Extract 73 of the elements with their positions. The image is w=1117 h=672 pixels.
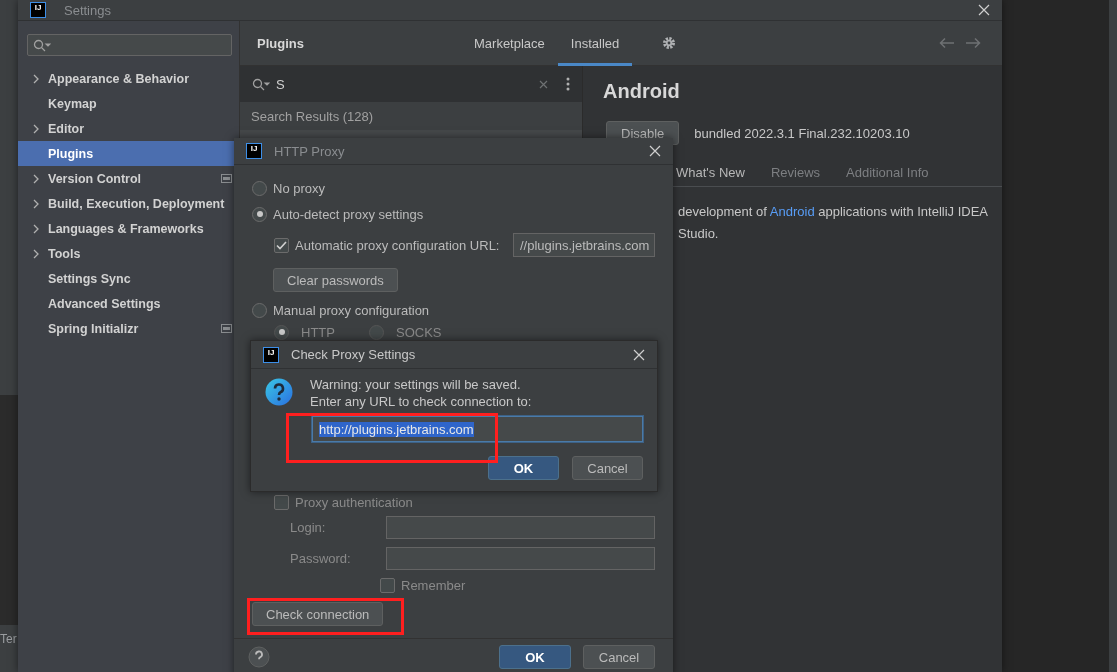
description-text: Studio. — [678, 225, 720, 243]
logo-icon: IJ — [263, 346, 279, 363]
login-field[interactable] — [386, 516, 655, 539]
chevron-icon[interactable] — [33, 198, 39, 209]
close-icon[interactable] — [633, 348, 645, 361]
chevron-icon[interactable] — [33, 173, 39, 184]
ok-button[interactable]: OK — [488, 456, 559, 480]
logo-icon: IJ — [30, 2, 46, 18]
scope-icon — [221, 324, 232, 333]
scope-icon — [221, 174, 232, 183]
radio-button[interactable] — [274, 324, 289, 340]
logo-icon: IJ — [246, 143, 262, 159]
window-title: Settings — [64, 2, 111, 18]
help-icon[interactable] — [248, 646, 270, 668]
clear-icon[interactable] — [539, 79, 548, 89]
warning-text: Warning: your settings will be saved. — [310, 376, 522, 393]
sidebar-item[interactable]: Tools — [18, 241, 239, 266]
chevron-icon[interactable] — [33, 73, 39, 84]
dialog-title: HTTP Proxy — [274, 143, 345, 159]
checkbox-label: Proxy authentication — [295, 494, 413, 510]
field-label: Login: — [290, 520, 327, 535]
search-field[interactable]: S — [240, 66, 582, 102]
field-label: Password: — [290, 551, 352, 566]
more-icon[interactable] — [566, 77, 570, 91]
radio-button[interactable] — [252, 180, 267, 196]
settings-icon[interactable] — [662, 36, 677, 50]
sidebar-item[interactable]: Keymap — [18, 91, 239, 116]
dialog-title: Check Proxy Settings — [291, 347, 416, 362]
checkbox[interactable] — [380, 577, 395, 593]
plugin-name: Android — [602, 80, 681, 104]
sidebar-item[interactable]: Appearance & Behavior — [18, 66, 239, 91]
search-icon — [33, 38, 51, 52]
checkbox[interactable] — [274, 494, 289, 510]
radio-label: HTTP — [301, 324, 336, 340]
radio-button[interactable] — [252, 302, 267, 318]
version-text: bundled 2022.3.1 Final.232.10203.10 — [694, 125, 910, 141]
radio-label: Auto-detect proxy settings — [273, 206, 424, 222]
chevron-icon[interactable] — [33, 123, 39, 134]
tab[interactable]: Marketplace — [461, 20, 558, 66]
radio-label: Manual proxy configuration — [273, 302, 430, 318]
tab[interactable]: What's New — [676, 165, 745, 180]
url-field[interactable]: //plugins.jetbrains.com — [513, 233, 655, 257]
checkbox-label: Automatic proxy configuration URL: — [295, 237, 501, 253]
sidebar-item[interactable]: Editor — [18, 116, 239, 141]
ok-button[interactable]: OK — [499, 645, 571, 669]
android-link[interactable]: Android — [769, 204, 815, 219]
url-field[interactable]: http://plugins.jetbrains.com — [312, 416, 643, 442]
search-icon — [252, 77, 270, 91]
radio-button[interactable] — [252, 206, 267, 222]
close-icon[interactable] — [649, 145, 661, 157]
prompt-text: Enter any URL to check connection to: — [310, 393, 533, 410]
section-title: Plugins — [256, 35, 305, 51]
sidebar-item[interactable]: Build, Execution, Deployment — [18, 191, 239, 216]
sidebar-item[interactable]: Spring Initializr — [18, 316, 239, 341]
radio-button[interactable] — [369, 324, 384, 340]
search-field[interactable] — [27, 34, 232, 56]
checkbox-label: Remember — [401, 577, 466, 593]
status-text: Ter — [0, 625, 18, 672]
chevron-icon[interactable] — [33, 223, 39, 234]
chevron-icon[interactable] — [33, 248, 39, 259]
description-text: development of Android applications with IntelliJ IDEA — [678, 203, 990, 221]
check-connection-button[interactable]: Check connection — [252, 602, 384, 626]
clear-passwords-button[interactable]: Clear passwords — [273, 268, 398, 292]
cancel-button[interactable]: Cancel — [583, 645, 655, 669]
sidebar-item[interactable]: Languages & Frameworks — [18, 216, 239, 241]
checkbox[interactable] — [274, 237, 289, 253]
question-icon — [265, 378, 293, 406]
cancel-button[interactable]: Cancel — [572, 456, 643, 480]
sidebar-item[interactable]: Version Control — [18, 166, 239, 191]
radio-label: No proxy — [273, 180, 326, 196]
radio-label: SOCKS — [396, 324, 442, 340]
close-icon[interactable] — [978, 4, 990, 16]
password-field[interactable] — [386, 547, 655, 570]
